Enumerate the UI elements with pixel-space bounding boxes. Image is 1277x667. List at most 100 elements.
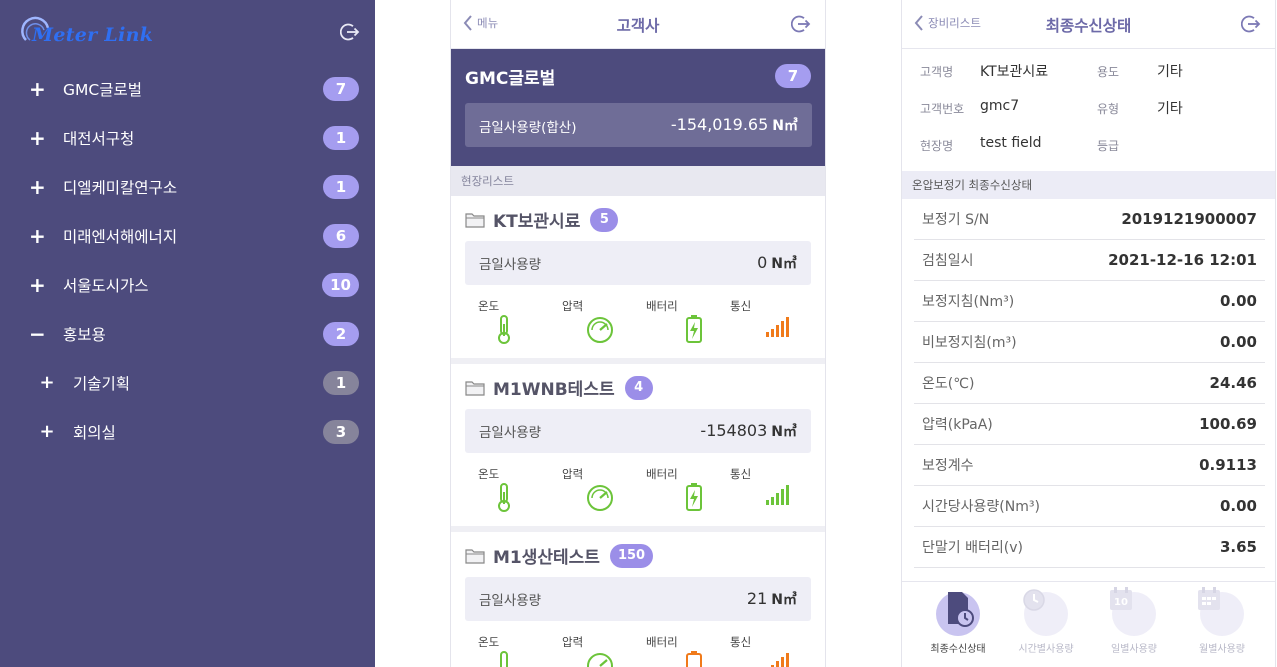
unit-label: N㎥ xyxy=(772,118,798,134)
info-row: 고객번호 gmc7 유형 기타 xyxy=(902,90,1275,127)
sensor-battery: 배터리 xyxy=(633,298,702,344)
gauge-icon xyxy=(587,653,613,667)
status-label: 보정기 S/N xyxy=(922,212,990,228)
thermometer-icon xyxy=(498,483,510,512)
info-value: test field xyxy=(980,135,1042,151)
count-badge: 6 xyxy=(323,224,359,248)
sensor-label: 온도 xyxy=(478,635,500,649)
gauge-icon xyxy=(587,317,613,343)
count-badge: 3 xyxy=(323,420,359,444)
status-row: 보정계수 0.9113 xyxy=(914,445,1265,486)
expand-icon[interactable]: + xyxy=(39,422,55,441)
page-title: 고객사 xyxy=(616,17,660,35)
sidebar-subitem-meeting-room[interactable]: + 회의실 3 xyxy=(0,407,375,456)
tab-daily-usage[interactable]: 10 일별사용량 xyxy=(1090,586,1178,666)
site-card[interactable]: M1WNB테스트 4 금일사용량 -154803 N㎥ 온도 압력 배터리 통신 xyxy=(451,364,825,532)
expand-icon[interactable]: + xyxy=(29,226,46,246)
status-label: 검침일시 xyxy=(922,253,974,269)
status-label: 보정계수 xyxy=(922,458,974,474)
site-title: KT보관시료 5 xyxy=(465,207,619,232)
total-usage-box: 금일사용량(합산) -154,019.65 N㎥ xyxy=(465,103,812,147)
site-title: M1생산테스트 150 xyxy=(465,543,654,568)
total-usage-label: 금일사용량(합산) xyxy=(479,120,577,136)
expand-icon[interactable]: + xyxy=(29,128,46,148)
folder-icon xyxy=(465,548,485,564)
sensor-battery: 배터리 xyxy=(633,466,702,512)
count-badge: 7 xyxy=(775,64,811,88)
info-value: 기타 xyxy=(1157,101,1183,117)
sidebar-item-label: 미래엔서해에너지 xyxy=(63,227,178,246)
logout-icon[interactable] xyxy=(791,14,811,34)
sensor-temperature: 온도 xyxy=(465,634,525,667)
info-label: 용도 xyxy=(1097,65,1120,79)
sensor-label: 온도 xyxy=(478,467,500,481)
daily-usage-label: 금일사용량 xyxy=(479,593,542,609)
sensor-temperature: 온도 xyxy=(465,466,525,512)
sidebar-item-label: 홍보용 xyxy=(63,325,106,344)
status-section-header: 온압보정기 최종수신상태 xyxy=(902,171,1275,199)
sidebar-item-daejeon[interactable]: + 대전서구청 1 xyxy=(0,113,375,162)
status-row: 보정지침(Nm³) 0.00 xyxy=(914,281,1265,322)
status-row: 검침일시 2021-12-16 12:01 xyxy=(914,240,1265,281)
sidebar-item-miraen[interactable]: + 미래엔서해에너지 6 xyxy=(0,211,375,260)
site-name: KT보관시료 xyxy=(493,212,581,232)
sensor-signal: 통신 xyxy=(717,466,789,512)
daily-usage-box: 금일사용량 21 N㎥ xyxy=(465,577,811,621)
unit-label: N㎥ xyxy=(771,256,797,272)
sensor-label: 통신 xyxy=(730,299,752,313)
sidebar: Meter Link + GMC글로벌 7 + 대전서구청 1 + 디엘케미칼연… xyxy=(0,0,375,667)
sidebar-item-promo[interactable]: − 홍보용 2 xyxy=(0,309,375,358)
sensor-label: 배터리 xyxy=(646,635,678,649)
count-badge: 10 xyxy=(322,273,359,297)
sidebar-item-dl-chemical[interactable]: + 디엘케미칼연구소 1 xyxy=(0,162,375,211)
status-list: 보정기 S/N 2019121900007 검침일시 2021-12-16 12:0… xyxy=(902,199,1275,568)
status-label: 보정지침(Nm³) xyxy=(922,294,1015,310)
logout-icon[interactable] xyxy=(340,22,360,42)
site-card[interactable]: M1생산테스트 150 금일사용량 21 N㎥ 온도 압력 배터리 통신 xyxy=(451,532,825,667)
expand-icon[interactable]: + xyxy=(29,79,46,99)
info-row: 현장명 test field 등급 xyxy=(902,127,1275,164)
sensor-battery: 배터리 xyxy=(633,634,702,667)
status-value: 24.46 xyxy=(1209,374,1257,392)
site-name: M1생산테스트 xyxy=(493,548,600,568)
status-value: 100.69 xyxy=(1199,415,1257,433)
folder-icon xyxy=(465,212,485,228)
tab-label: 월별사용량 xyxy=(1199,644,1245,655)
calendar-grid-icon xyxy=(1198,587,1220,610)
sensor-label: 온도 xyxy=(478,299,500,313)
info-label: 등급 xyxy=(1097,139,1120,153)
count-badge: 1 xyxy=(323,126,359,150)
thermometer-icon xyxy=(498,315,510,344)
info-label: 고객번호 xyxy=(920,102,965,116)
site-card[interactable]: KT보관시료 5 금일사용량 0 N㎥ 온도 압력 배터리 통신 xyxy=(451,196,825,364)
logout-icon[interactable] xyxy=(1241,14,1261,34)
customer-header: GMC글로벌 7 금일사용량(합산) -154,019.65 N㎥ xyxy=(451,49,825,166)
status-label: 비보정지침(m³) xyxy=(922,335,1017,351)
sensor-row: 온도 압력 배터리 통신 xyxy=(465,298,811,344)
sidebar-item-seoul-gas[interactable]: + 서울도시가스 10 xyxy=(0,260,375,309)
status-row: 압력(kPaA) 100.69 xyxy=(914,404,1265,445)
tab-final-status[interactable]: 최종수신상태 xyxy=(914,586,1002,666)
daily-usage-box: 금일사용량 0 N㎥ xyxy=(465,241,811,285)
tab-monthly-usage[interactable]: 월별사용량 xyxy=(1178,586,1266,666)
sidebar-item-gmc[interactable]: + GMC글로벌 7 xyxy=(0,64,375,113)
sidebar-item-label: 대전서구청 xyxy=(63,129,135,148)
status-row: 보정기 S/N 2019121900007 xyxy=(914,199,1265,240)
clock-icon xyxy=(1023,589,1045,611)
count-badge: 150 xyxy=(609,543,654,568)
daily-usage-label: 금일사용량 xyxy=(479,257,542,273)
status-panel: 장비리스트 최종수신상태 고객명 KT보관시료 용도 기타 고객번호 gmc7 … xyxy=(901,0,1276,667)
folder-icon xyxy=(465,380,485,396)
expand-icon[interactable]: + xyxy=(29,275,46,295)
expand-icon[interactable]: + xyxy=(39,373,55,392)
tab-hourly-usage[interactable]: 시간별사용량 xyxy=(1002,586,1090,666)
device-info: 고객명 KT보관시료 용도 기타 고객번호 gmc7 유형 기타 현장명 tes… xyxy=(902,49,1275,171)
site-title: M1WNB테스트 4 xyxy=(465,375,653,400)
count-badge: 7 xyxy=(323,77,359,101)
info-label: 고객명 xyxy=(920,65,954,79)
expand-icon[interactable]: + xyxy=(29,177,46,197)
collapse-icon[interactable]: − xyxy=(29,324,46,344)
sidebar-subitem-tech-planning[interactable]: + 기술기획 1 xyxy=(0,358,375,407)
site-list-header: 현장리스트 xyxy=(451,166,825,196)
battery-icon xyxy=(686,315,702,343)
